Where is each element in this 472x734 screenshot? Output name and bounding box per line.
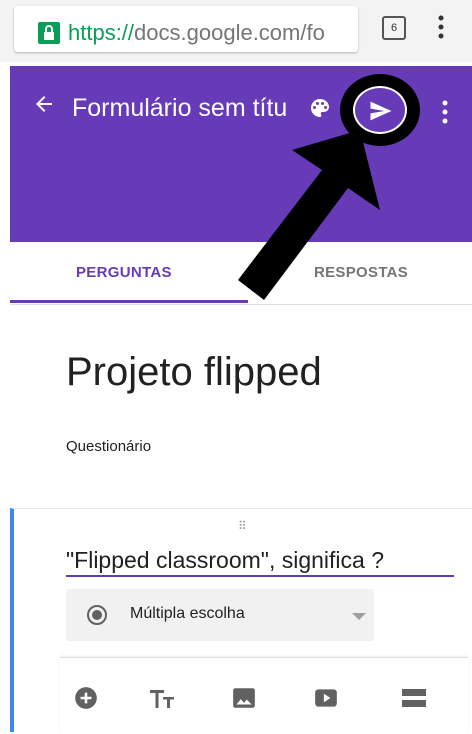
drag-handle-icon[interactable]: ⠿ — [238, 519, 248, 533]
add-circle-icon[interactable] — [70, 682, 102, 714]
image-icon[interactable] — [228, 682, 260, 714]
send-icon — [370, 101, 392, 121]
chevron-down-icon — [352, 613, 366, 620]
question-toolbar — [60, 657, 468, 734]
title-text-icon[interactable] — [146, 682, 178, 714]
lock-icon — [38, 22, 60, 44]
form-title[interactable]: Projeto flipped — [66, 350, 322, 395]
form-name[interactable]: Formulário sem títu — [72, 94, 300, 123]
more-vert-icon[interactable] — [438, 14, 444, 40]
question-type-select[interactable]: Múltipla escolha — [66, 589, 374, 641]
url-text: https://docs.google.com/fo — [68, 20, 325, 46]
url-scheme: https:// — [68, 20, 135, 45]
question-input[interactable]: "Flipped classroom", significa ? — [66, 547, 384, 574]
send-button[interactable] — [353, 86, 407, 134]
arrow-back-icon[interactable] — [32, 92, 56, 121]
tab-perguntas[interactable]: PERGUNTAS — [76, 264, 172, 281]
form-description[interactable]: Questionário — [66, 438, 151, 455]
browser-toolbar: https://docs.google.com/fo 6 — [0, 0, 472, 62]
arrow-annotation-icon — [238, 130, 380, 300]
question-input-underline — [66, 575, 454, 577]
url-host: docs.google.com/fo — [134, 20, 325, 45]
video-icon[interactable] — [310, 682, 342, 714]
active-tab-indicator — [10, 300, 248, 303]
section-icon[interactable] — [398, 682, 430, 714]
question-card[interactable]: ⠿ "Flipped classroom", significa ? Múlti… — [10, 508, 472, 734]
palette-icon[interactable] — [308, 96, 332, 125]
more-vert-icon[interactable] — [442, 100, 448, 129]
radio-button-icon — [86, 604, 108, 626]
address-bar[interactable]: https://docs.google.com/fo — [14, 6, 358, 52]
question-type-label: Múltipla escolha — [130, 605, 245, 622]
tab-switcher-button[interactable]: 6 — [382, 16, 406, 40]
